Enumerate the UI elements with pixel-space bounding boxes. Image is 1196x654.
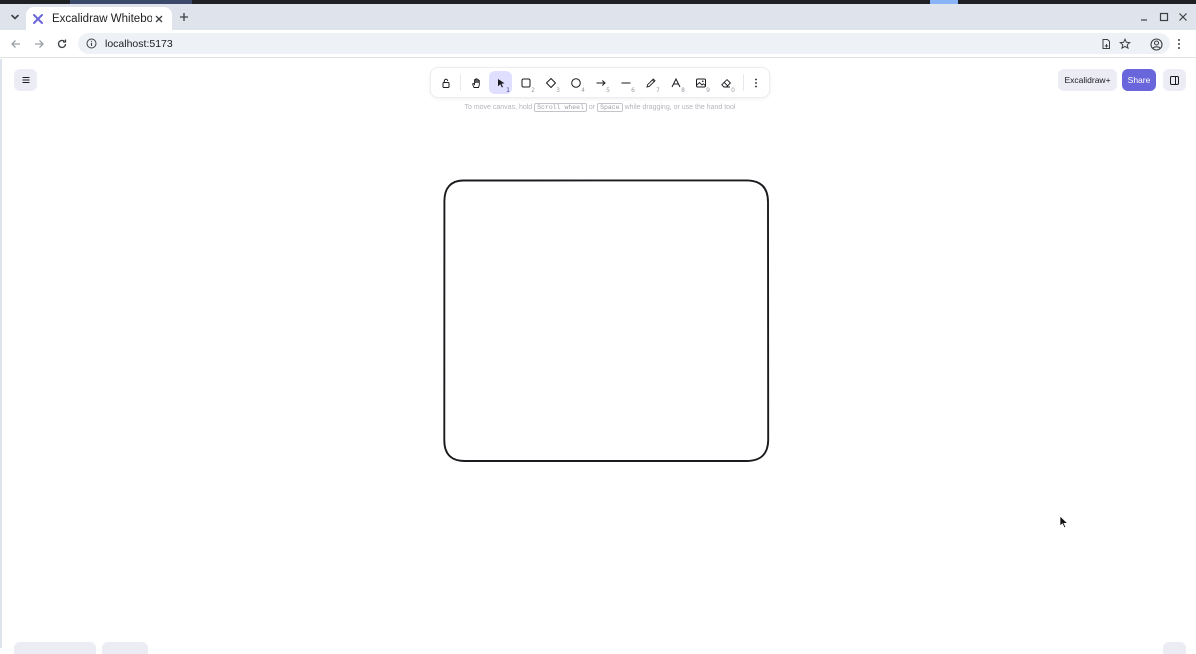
excalidraw-plus-button[interactable]: Excalidraw+ <box>1058 69 1117 91</box>
tool-arrow[interactable]: 5 <box>589 71 612 94</box>
chevron-down-icon[interactable] <box>6 8 24 26</box>
tool-shortcut: 7 <box>656 87 660 94</box>
mouse-cursor-icon <box>1059 515 1069 529</box>
tool-line[interactable]: 6 <box>614 71 637 94</box>
more-vertical-icon <box>754 78 757 87</box>
hamburger-icon <box>22 76 29 84</box>
whiteboard-canvas[interactable]: 1 2 3 4 5 6 7 8 9 0 To move canvas, hold… <box>0 59 1196 654</box>
shapes-toolbar: 1 2 3 4 5 6 7 8 9 0 <box>431 68 769 97</box>
hint-text: To move canvas, hold <box>464 104 533 111</box>
browser-toolbar: localhost:5173 <box>0 30 1196 58</box>
main-menu-button[interactable] <box>14 69 37 91</box>
tool-rectangle[interactable]: 2 <box>514 71 537 94</box>
tool-shortcut: 2 <box>531 87 535 94</box>
hint-text: while dragging, or use the hand tool <box>624 104 736 111</box>
url-text: localhost:5173 <box>105 37 173 50</box>
arrow-icon <box>596 79 606 86</box>
pointer-icon <box>497 78 504 87</box>
star-icon[interactable] <box>1118 37 1132 51</box>
tool-shortcut: 8 <box>681 87 685 94</box>
kebab-menu-icon[interactable] <box>1172 37 1186 51</box>
tool-shortcut: 6 <box>631 87 635 94</box>
close-window-icon[interactable] <box>1176 10 1190 24</box>
excalidraw-logo-icon <box>32 13 44 25</box>
maximize-icon[interactable] <box>1157 10 1171 24</box>
tool-eraser[interactable]: 0 <box>714 71 737 94</box>
hand-icon <box>471 77 480 88</box>
pencil-icon <box>645 77 656 88</box>
drawn-rectangle[interactable] <box>441 177 771 463</box>
close-icon[interactable] <box>152 12 166 26</box>
hint-key: Space <box>597 103 623 112</box>
tool-text[interactable]: 8 <box>664 71 687 94</box>
arrow-left-icon[interactable] <box>8 36 24 52</box>
tool-shortcut: 1 <box>506 87 510 94</box>
tool-lock[interactable] <box>434 71 457 94</box>
library-button[interactable] <box>1163 69 1186 91</box>
help-button[interactable] <box>1163 642 1186 654</box>
arrow-right-icon[interactable] <box>31 36 47 52</box>
tool-diamond[interactable]: 3 <box>539 71 562 94</box>
tool-shortcut: 4 <box>581 87 585 94</box>
site-info-icon[interactable] <box>86 38 97 49</box>
tool-shortcut: 9 <box>706 87 710 94</box>
tab-bar: Excalidraw Whiteboard <box>0 4 1196 30</box>
tool-shortcut: 0 <box>731 87 735 94</box>
lock-icon <box>442 78 449 88</box>
share-button[interactable]: Share <box>1122 69 1156 91</box>
line-icon <box>621 82 630 83</box>
tool-shortcut: 5 <box>606 87 610 94</box>
toolbar-divider <box>460 74 461 91</box>
tool-draw[interactable]: 7 <box>639 71 662 94</box>
hint-key: Scroll wheel <box>534 103 587 112</box>
canvas-hint: To move canvas, hold Scroll wheel or Spa… <box>367 103 833 112</box>
image-icon <box>695 78 706 87</box>
address-bar[interactable]: localhost:5173 <box>78 33 1170 54</box>
tab-title: Excalidraw Whiteboard <box>52 12 152 25</box>
new-tab-button[interactable] <box>176 9 192 25</box>
zoom-controls[interactable] <box>14 642 96 654</box>
tool-more[interactable] <box>744 71 767 94</box>
tool-ellipse[interactable]: 4 <box>564 71 587 94</box>
reload-icon[interactable] <box>54 36 70 52</box>
text-icon <box>671 77 680 87</box>
install-app-icon[interactable] <box>1099 37 1113 51</box>
tool-hand[interactable] <box>464 71 487 94</box>
ellipse-icon <box>570 77 581 88</box>
hint-text: or <box>588 104 596 111</box>
tool-image[interactable]: 9 <box>689 71 712 94</box>
diamond-icon <box>545 77 556 88</box>
tool-selection[interactable]: 1 <box>489 71 512 94</box>
profile-icon[interactable] <box>1149 37 1163 51</box>
minimize-icon[interactable] <box>1137 10 1151 24</box>
eraser-icon <box>720 78 731 87</box>
tool-shortcut: 3 <box>556 87 560 94</box>
undo-redo-controls[interactable] <box>102 642 148 654</box>
browser-tab[interactable]: Excalidraw Whiteboard <box>26 7 172 30</box>
rectangle-icon <box>521 78 530 87</box>
sidebar-icon <box>1170 75 1179 85</box>
plus-icon <box>180 13 188 21</box>
